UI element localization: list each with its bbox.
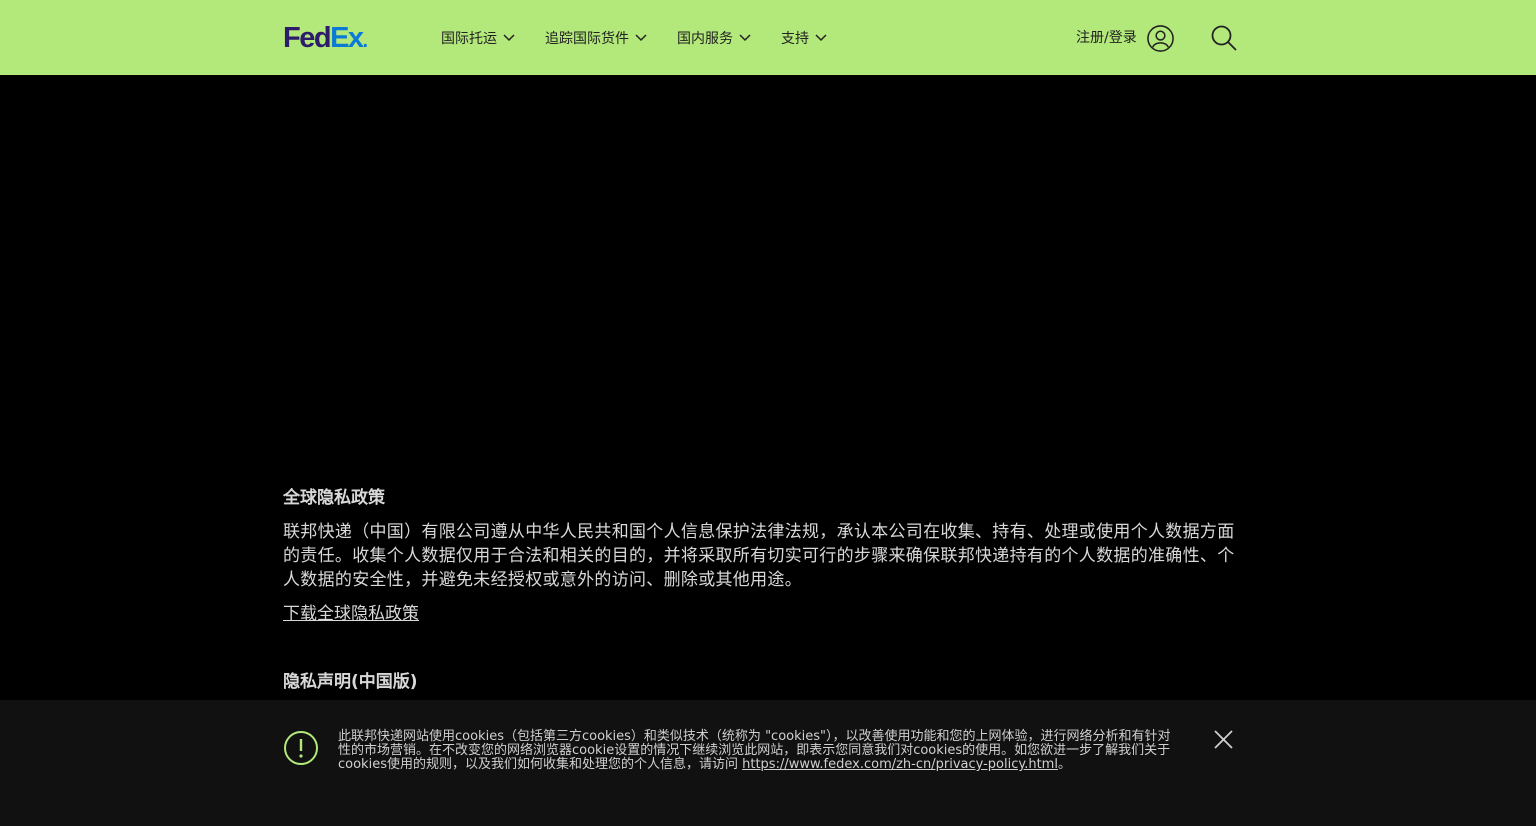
signin-link[interactable]: 注册/登录 bbox=[1076, 27, 1137, 47]
global-privacy-paragraph: 联邦快递（中国）有限公司遵从中华人民共和国个人信息保护法律法规，承认本公司在收集… bbox=[283, 522, 1235, 590]
nav-item-domestic-services[interactable]: 国内服务 bbox=[677, 28, 751, 48]
site-header: FedEx. 国际托运 追踪国际货件 国内服务 支持 注册/登录 bbox=[0, 0, 1536, 75]
download-global-privacy-link[interactable]: 下载全球隐私政策 bbox=[283, 602, 419, 626]
chevron-down-icon bbox=[635, 34, 647, 42]
privacy-policy-link[interactable]: https://www.fedex.com/zh-cn/privacy-poli… bbox=[742, 757, 1058, 772]
search-icon[interactable] bbox=[1210, 24, 1238, 52]
cookie-text-suffix: 。 bbox=[1057, 757, 1071, 772]
nav-label: 国际托运 bbox=[441, 31, 497, 47]
signin-label: 注册/登录 bbox=[1076, 30, 1137, 46]
logo-fed: Fed bbox=[283, 22, 332, 54]
logo-ex: Ex bbox=[330, 22, 364, 54]
user-icon[interactable] bbox=[1146, 24, 1175, 53]
china-privacy-title: 隐私声明(中国版) bbox=[283, 672, 418, 692]
chevron-down-icon bbox=[503, 34, 515, 42]
close-icon[interactable] bbox=[1213, 729, 1234, 750]
global-privacy-title: 全球隐私政策 bbox=[283, 488, 385, 508]
privacy-content: 全球隐私政策 联邦快递（中国）有限公司遵从中华人民共和国个人信息保护法律法规，承… bbox=[283, 486, 1238, 626]
main-nav: 国际托运 追踪国际货件 国内服务 支持 bbox=[441, 28, 857, 48]
chevron-down-icon bbox=[739, 34, 751, 42]
fedex-logo[interactable]: FedEx. bbox=[283, 22, 369, 54]
nav-label: 支持 bbox=[781, 31, 809, 47]
logo-dot: . bbox=[362, 30, 369, 52]
chevron-down-icon bbox=[815, 34, 827, 42]
nav-label: 国内服务 bbox=[677, 31, 733, 47]
nav-label: 追踪国际货件 bbox=[545, 31, 629, 47]
cookie-banner-text: 此联邦快递网站使用cookies（包括第三方cookies）和类似技术（统称为 … bbox=[338, 730, 1178, 772]
alert-icon bbox=[284, 731, 318, 765]
nav-item-track-shipments[interactable]: 追踪国际货件 bbox=[545, 28, 647, 48]
nav-item-support[interactable]: 支持 bbox=[781, 28, 827, 48]
nav-item-international-shipping[interactable]: 国际托运 bbox=[441, 28, 515, 48]
